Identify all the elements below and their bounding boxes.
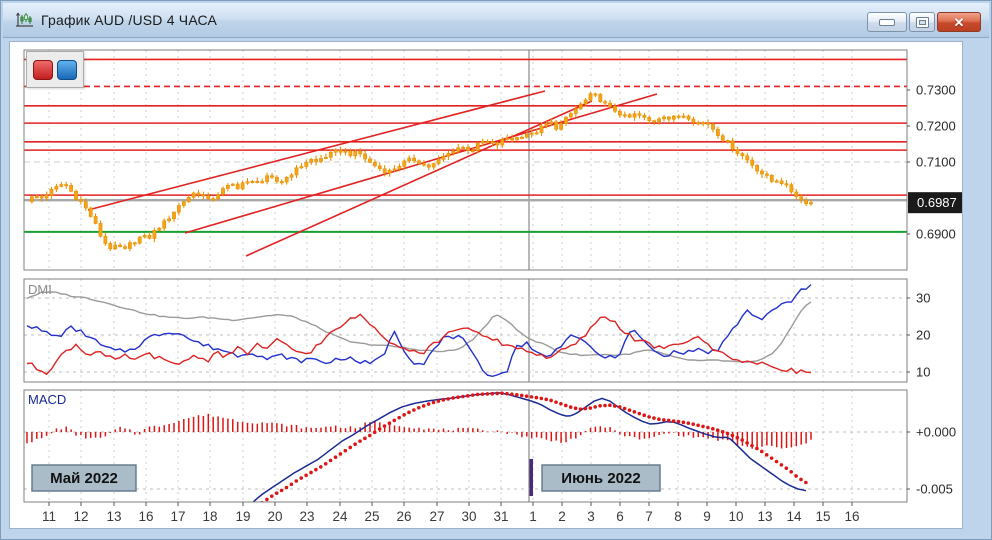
x-tick-label: 1	[529, 509, 537, 524]
close-button[interactable]: ✕	[937, 12, 981, 32]
minimize-button[interactable]	[867, 12, 907, 32]
maximize-icon	[916, 17, 929, 28]
x-tick-label: 31	[493, 509, 508, 524]
dmi-label: DMI	[28, 282, 52, 297]
month-marker: Июнь 2022	[530, 459, 661, 496]
window-title: График AUD /USD 4 ЧАСА	[41, 12, 217, 28]
x-tick-label: 25	[364, 509, 379, 524]
dmi-tick-label: 20	[916, 328, 930, 343]
x-tick-label: 10	[728, 509, 743, 524]
x-tick-label: 15	[815, 509, 830, 524]
x-tick-label: 27	[429, 509, 444, 524]
chart-mini-toolbar	[26, 51, 84, 88]
x-tick-label: 17	[170, 509, 185, 524]
dmi-tick-label: 10	[916, 365, 930, 380]
dmi-tick-label: 30	[916, 291, 930, 306]
macd-tick-label: -0.005	[916, 482, 953, 497]
x-tick-label: 13	[106, 509, 121, 524]
month-marker: Май 2022	[19, 459, 137, 496]
x-tick-label: 2	[558, 509, 566, 524]
blue-marker-button[interactable]	[57, 60, 77, 80]
title-bar[interactable]: График AUD /USD 4 ЧАСА ✕	[3, 3, 989, 38]
price-tick-label: 0.7300	[916, 83, 956, 98]
chart-client-area: 0.7300 0.7200 0.7100 0.6900 0.6987 DMI 30 20 10 М…	[9, 41, 963, 529]
price-panel: 0.7300 0.7200 0.7100 0.6900 0.6987	[24, 50, 962, 270]
current-price-value: 0.6987	[917, 195, 957, 210]
x-tick-label: 24	[332, 509, 348, 524]
chart-canvas: 0.7300 0.7200 0.7100 0.6900 0.6987 DMI 30 20 10 М…	[10, 42, 962, 528]
close-icon: ✕	[954, 16, 965, 29]
x-axis: 1112131617181920232425262730311236789101…	[42, 502, 860, 524]
x-tick-label: 12	[73, 509, 88, 524]
x-tick-label: 26	[396, 509, 411, 524]
x-tick-label: 6	[616, 509, 624, 524]
price-tick-label: 0.7200	[916, 119, 956, 134]
x-tick-label: 13	[757, 509, 772, 524]
x-tick-label: 14	[786, 509, 802, 524]
x-tick-label: 23	[299, 509, 314, 524]
chart-window: График AUD /USD 4 ЧАСА ✕ 0.73000.72000.7…	[0, 0, 992, 540]
macd-tick-label: +0.000	[916, 425, 956, 440]
x-tick-label: 19	[235, 509, 250, 524]
x-tick-label: 18	[202, 509, 217, 524]
x-tick-label: 16	[844, 509, 859, 524]
x-tick-label: 20	[267, 509, 282, 524]
x-tick-label: 30	[461, 509, 476, 524]
macd-panel: Май 2022 Июнь 2022 MACD +0.000 -0.005	[19, 390, 957, 505]
macd-label: MACD	[28, 392, 66, 407]
chart-app-icon	[15, 11, 35, 29]
x-tick-label: 11	[42, 509, 56, 524]
minimize-icon	[879, 19, 895, 26]
maximize-button[interactable]	[909, 12, 935, 32]
month-label: Июнь 2022	[561, 470, 640, 487]
dmi-panel: DMI 30 20 10	[24, 279, 930, 382]
x-tick-label: 7	[645, 509, 653, 524]
price-tick-label: 0.7100	[916, 155, 956, 170]
red-marker-button[interactable]	[33, 60, 53, 80]
x-tick-label: 9	[703, 509, 711, 524]
price-tick-label: 0.6900	[916, 227, 956, 242]
month-label: Май 2022	[50, 470, 118, 487]
x-tick-label: 3	[587, 509, 595, 524]
x-tick-label: 16	[138, 509, 153, 524]
x-tick-label: 8	[674, 509, 682, 524]
